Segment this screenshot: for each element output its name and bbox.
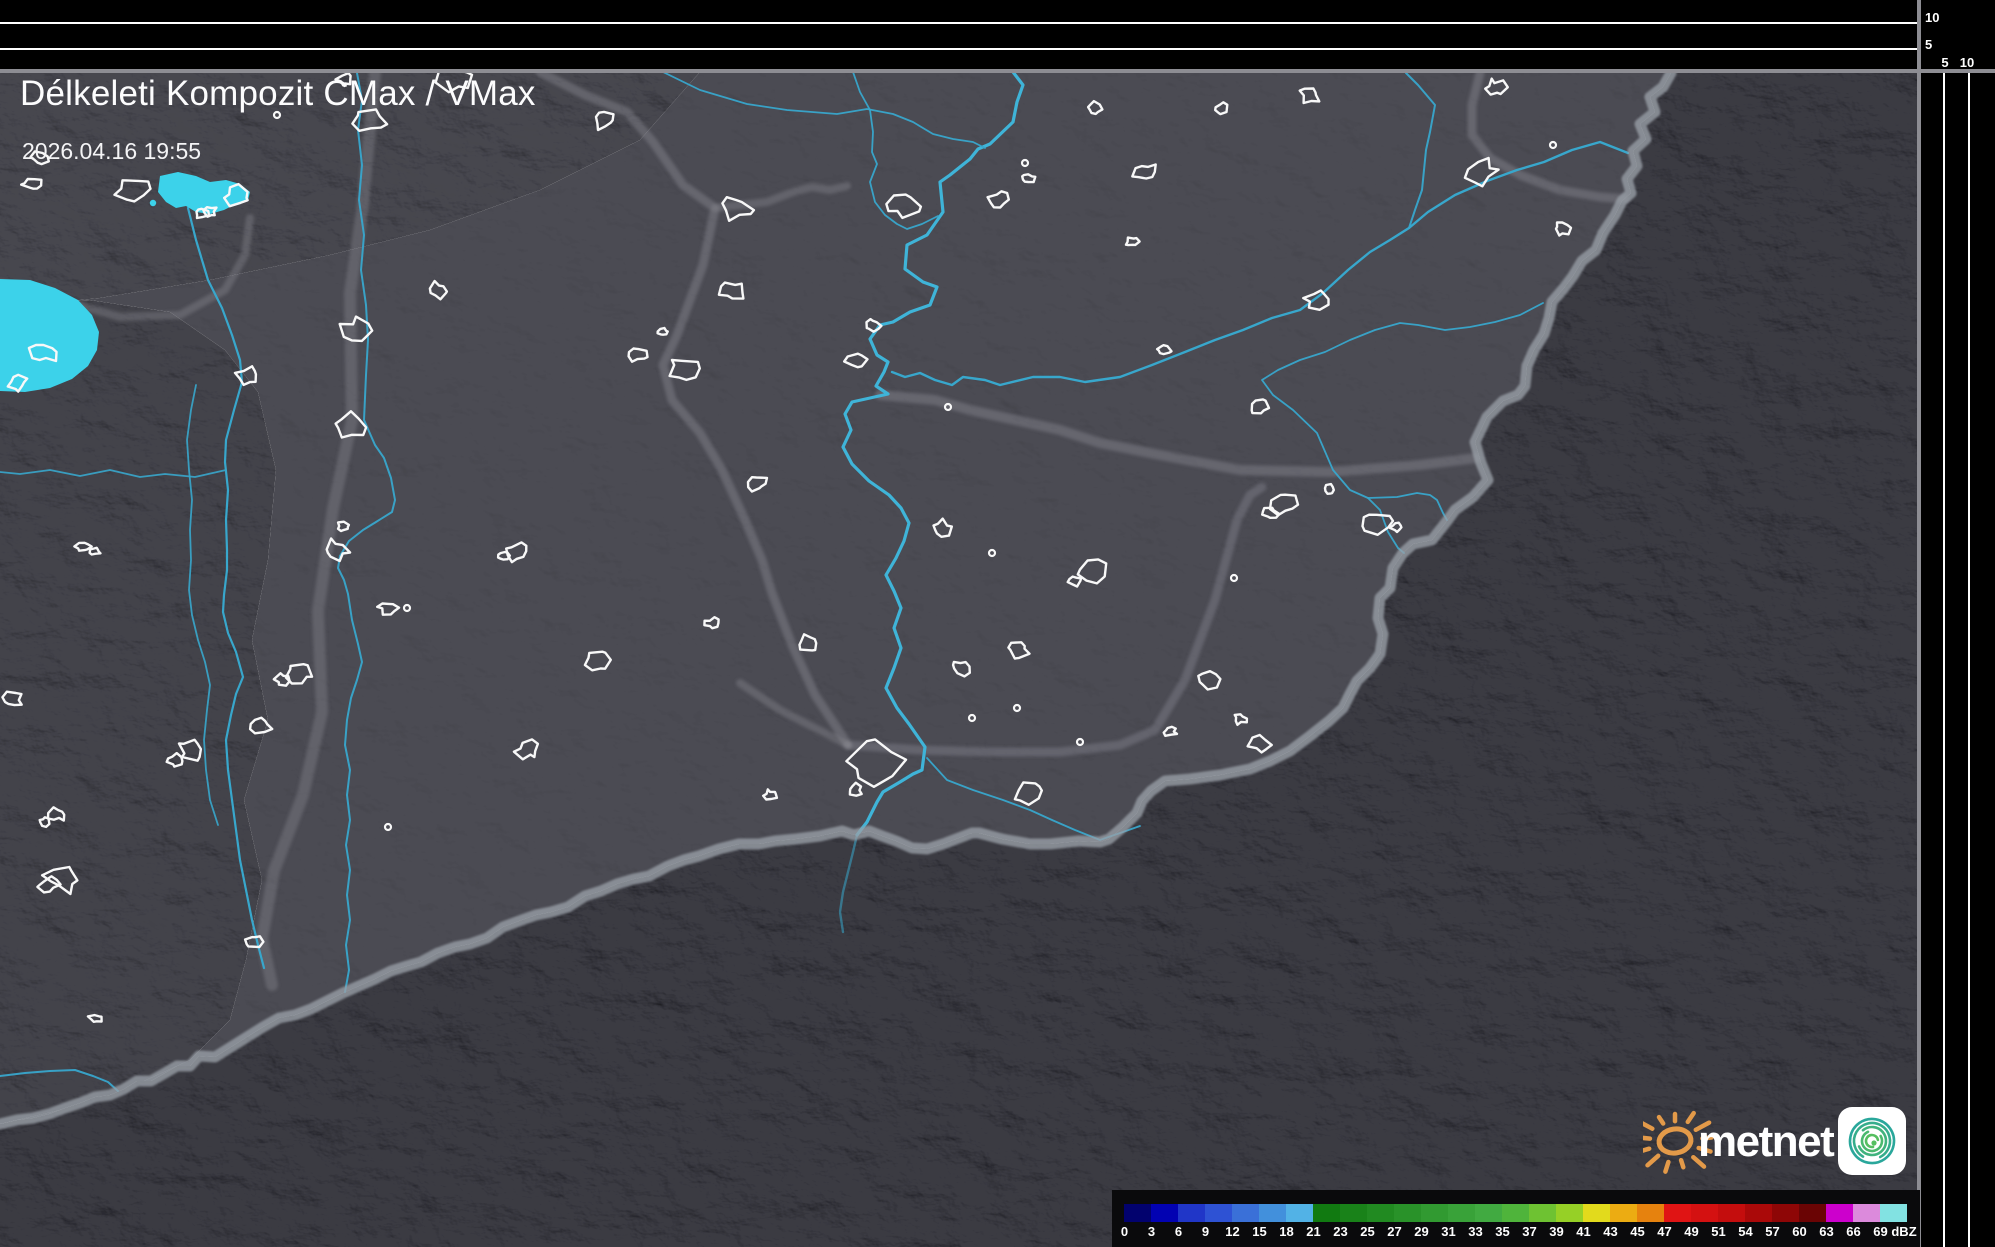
dbz-color-cell [1637,1204,1664,1222]
dbz-tick-label: 23 [1327,1224,1354,1239]
dbz-tick-label: 49 [1678,1224,1705,1239]
dbz-color-cell [1718,1204,1745,1222]
top-height-projection-panel [0,0,1995,69]
dbz-tick-label: 57 [1759,1224,1786,1239]
dbz-color-cell [1340,1204,1367,1222]
dbz-color-cell [1556,1204,1583,1222]
height-gridline-5km-right [1943,71,1945,1247]
page-title: Délkeleti Kompozit CMax / VMax [20,74,536,114]
dbz-tick-label: 51 [1705,1224,1732,1239]
dbz-tick-label: 15 [1246,1224,1273,1239]
dbz-tick-label: 27 [1381,1224,1408,1239]
dbz-tick-label: 21 [1300,1224,1327,1239]
dbz-tick-label: 25 [1354,1224,1381,1239]
dbz-color-cell [1880,1204,1907,1222]
dbz-color-cell [1691,1204,1718,1222]
dbz-color-cell [1421,1204,1448,1222]
height-gridline-5km-top [0,48,1918,50]
hills-west [0,300,276,1124]
dbz-tick-label: 41 [1570,1224,1597,1239]
dbz-tick-label: 69 [1867,1224,1894,1239]
dbz-tick-label: 9 [1192,1224,1219,1239]
dbz-color-cell [1772,1204,1799,1222]
dbz-color-cell [1232,1204,1259,1222]
radar-composite-app: 10 5 5 10 Délkeleti Kompozit CMax / VMax… [0,0,1995,1247]
radar-map-svg[interactable] [0,0,1995,1247]
dbz-tick-label: 37 [1516,1224,1543,1239]
dbz-color-cell [1178,1204,1205,1222]
spiral-icon [1844,1113,1900,1169]
height-gridline-10km-right [1968,71,1970,1247]
dbz-tick-label: 39 [1543,1224,1570,1239]
right-height-projection-panel [1922,0,1995,1247]
dbz-color-cell [1799,1204,1826,1222]
dbz-tick-label: 54 [1732,1224,1759,1239]
dbz-tick-label: 12 [1219,1224,1246,1239]
timestamp: 2026.04.16 19:55 [22,138,201,165]
dbz-tick-label: 66 [1840,1224,1867,1239]
height-scale-label-5-h: 5 [1936,56,1954,69]
dbz-color-cell [1394,1204,1421,1222]
panel-divider-horizontal [0,69,1995,73]
sun-ring [1657,1127,1692,1155]
dbz-color-cell [1448,1204,1475,1222]
dbz-color-cell [1286,1204,1313,1222]
metnet-logo: metnet [1643,1103,1843,1175]
dbz-tick-label: 47 [1651,1224,1678,1239]
panel-divider-vertical [1917,0,1921,1247]
lake-dot [150,200,156,206]
dbz-color-cell [1529,1204,1556,1222]
dbz-color-cell [1367,1204,1394,1222]
dbz-tick-label: 6 [1165,1224,1192,1239]
dbz-tick-label: 31 [1435,1224,1462,1239]
height-scale-label-10: 10 [1925,11,1939,24]
dbz-color-cell [1610,1204,1637,1222]
dbz-color-cell [1151,1204,1178,1222]
dbz-tick-label: 35 [1489,1224,1516,1239]
dbz-tick-label: 29 [1408,1224,1435,1239]
dbz-tick-label: 0 [1111,1224,1138,1239]
dbz-color-cell [1475,1204,1502,1222]
dbz-tick-label: 43 [1597,1224,1624,1239]
height-scale-label-5: 5 [1925,38,1932,51]
dbz-tick-label: 63 [1813,1224,1840,1239]
dbz-tick-label: 3 [1138,1224,1165,1239]
dbz-color-cell [1583,1204,1610,1222]
dbz-tick-label: 45 [1624,1224,1651,1239]
height-gridline-10km-top [0,22,1918,24]
dbz-colorbar: dBZ 036912151821232527293133353739414345… [1112,1190,1920,1247]
metnet-logo-text: metnet [1698,1117,1835,1166]
dbz-color-cell [1664,1204,1691,1222]
dbz-color-cell [1502,1204,1529,1222]
dbz-color-cell [1205,1204,1232,1222]
dbz-color-cell [1259,1204,1286,1222]
dbz-color-cell [1313,1204,1340,1222]
spiral-logo-badge [1838,1107,1906,1175]
dbz-color-cell [1124,1204,1151,1222]
dbz-color-cell [1745,1204,1772,1222]
height-scale-label-10-h: 10 [1956,56,1978,69]
dbz-tick-label: 33 [1462,1224,1489,1239]
dbz-tick-label: 60 [1786,1224,1813,1239]
dbz-color-cell [1853,1204,1880,1222]
dbz-color-cell [1826,1204,1853,1222]
dbz-tick-label: 18 [1273,1224,1300,1239]
